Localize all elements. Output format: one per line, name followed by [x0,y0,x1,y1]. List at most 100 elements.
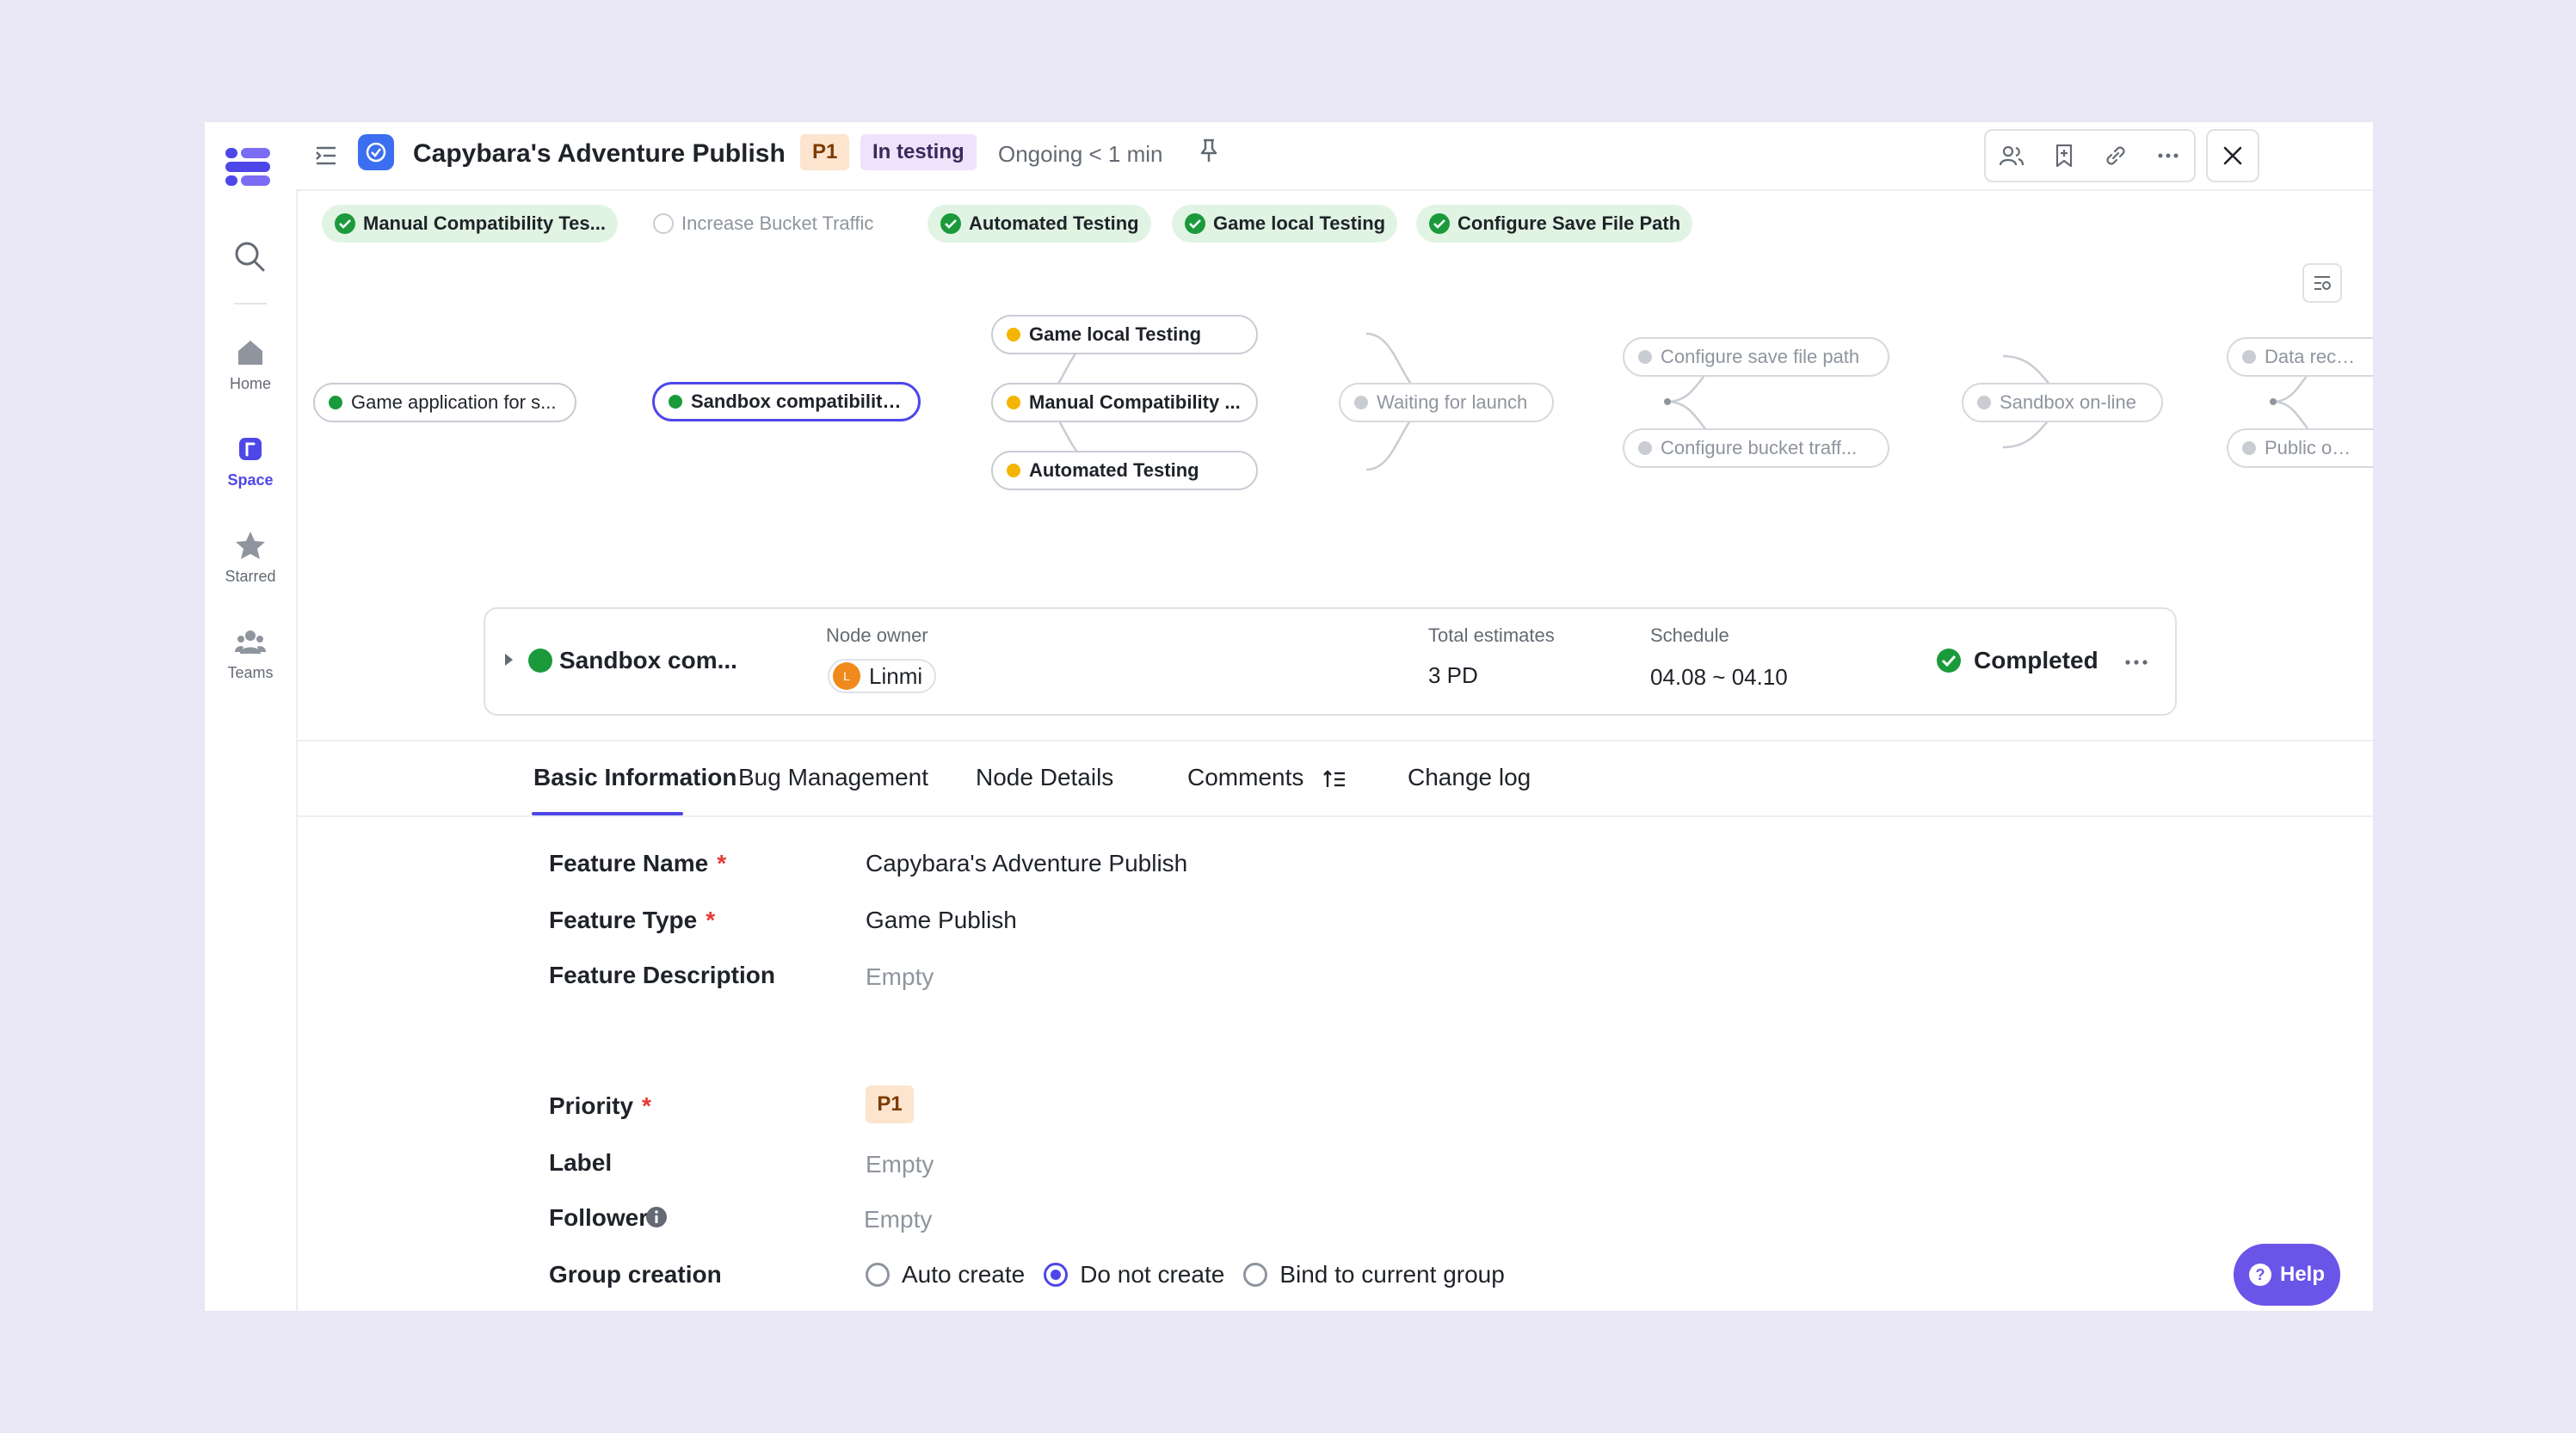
priority-badge[interactable]: P1 [800,134,850,170]
graph-node-game-local-testing[interactable]: Game local Testing [991,315,1258,354]
chip-game-local-testing[interactable]: Game local Testing [1172,205,1398,243]
feature-description-label: Feature Description [549,962,775,988]
sort-icon[interactable] [1322,768,1347,790]
collapse-sidebar-icon[interactable] [311,141,341,170]
app-logo-icon[interactable] [222,143,274,188]
radio-do-not-create[interactable]: Do not create [1044,1261,1224,1288]
members-button[interactable] [1994,138,2029,173]
graph-node-public-opinion[interactable]: Public opini [2227,428,2373,468]
left-rail: Home Space Starred Teams [205,122,298,1311]
rail-item-teams[interactable]: Teams [205,624,296,682]
pin-icon[interactable] [1194,136,1223,165]
more-button[interactable] [2151,138,2185,173]
radio-label: Do not create [1080,1261,1225,1288]
graph-node-configure-save-file-path[interactable]: Configure save file path [1623,337,1889,377]
status-dot [1007,464,1020,477]
graph-node-data-recovery[interactable]: Data recove [2227,337,2373,377]
follower-value[interactable]: Empty [864,1206,932,1233]
status-badge[interactable]: In testing [860,134,977,170]
feature-name-value[interactable]: Capybara's Adventure Publish [866,850,1187,877]
node-owner-label: Node owner [826,624,928,646]
check-circle-icon [366,142,386,163]
tab-change-log[interactable]: Change log [1408,764,1531,791]
tab-node-details[interactable]: Node Details [976,764,1113,791]
bookmark-button[interactable] [2047,138,2081,173]
tab-bug-management[interactable]: Bug Management [738,764,928,791]
priority-value-chip[interactable]: P1 [866,1086,914,1123]
required-mark: * [717,850,727,876]
expand-caret-icon[interactable] [501,650,516,669]
more-icon[interactable] [2123,654,2149,671]
status-label: Completed [1974,647,2098,673]
help-label: Help [2279,1263,2325,1286]
info-icon[interactable] [645,1206,668,1228]
check-circle-icon [1185,213,1205,234]
schedule-label: Schedule [1650,624,1729,646]
rail-item-starred[interactable]: Starred [205,528,296,586]
rail-item-space[interactable]: Space [205,432,296,489]
node-label: Automated Testing [1029,459,1199,481]
tab-comments-label: Comments [1187,764,1304,790]
node-label: Waiting for launch [1377,391,1528,413]
radio-auto-create[interactable]: Auto create [866,1261,1025,1288]
close-button[interactable] [2206,129,2259,182]
avatar: L [833,662,860,690]
status-dot [1638,350,1652,364]
workflow-graph: Game application for s... Sandbox compat… [296,294,2373,501]
rail-item-label: Home [229,375,271,392]
star-icon [236,532,265,559]
node-completed-status[interactable]: Completed [1936,647,2098,674]
tab-basic-information[interactable]: Basic Information [533,764,736,791]
feature-type-value[interactable]: Game Publish [866,907,1017,934]
chip-manual-compatibility[interactable]: Manual Compatibility Tes... [322,205,618,243]
chip-label: Game local Testing [1213,212,1386,234]
feature-name-label: Feature Name * [549,850,726,877]
node-label: Public opini [2265,437,2361,458]
copy-link-button[interactable] [2098,138,2133,173]
node-label: Manual Compatibility ... [1029,391,1241,413]
chip-automated-testing[interactable]: Automated Testing [927,205,1151,243]
required-mark: * [642,1092,651,1119]
radio-bind-to-current-group[interactable]: Bind to current group [1243,1261,1505,1288]
search-icon[interactable] [231,237,268,275]
graph-node-game-application[interactable]: Game application for s... [313,383,576,422]
check-circle-icon [335,213,355,234]
node-name: Sandbox com... [559,647,737,673]
node-label: Game application for s... [351,391,557,413]
empty-circle-icon [653,213,674,234]
chip-label: Automated Testing [969,212,1139,234]
chip-configure-save-file-path[interactable]: Configure Save File Path [1416,205,1693,243]
graph-node-sandbox-compatibility[interactable]: Sandbox compatibility ... [652,382,921,421]
settings-sliders-icon [2314,276,2331,290]
users-icon [2000,145,2024,166]
feature-description-value[interactable]: Empty [866,963,934,991]
graph-node-manual-compatibility[interactable]: Manual Compatibility ... [991,383,1258,422]
schedule-value[interactable]: 04.08 ~ 04.10 [1650,664,1788,691]
node-owner-pill[interactable]: L Linmi [828,659,937,693]
total-estimates-value[interactable]: 3 PD [1428,662,1478,689]
teams-icon [235,630,266,654]
node-label: Game local Testing [1029,323,1202,345]
space-icon [239,438,262,460]
node-summary-card: Sandbox com... Node owner L Linmi Total … [484,607,2177,716]
graph-node-automated-testing[interactable]: Automated Testing [991,451,1258,490]
tab-comments[interactable]: Comments [1187,764,1347,791]
field-label-text: Priority [549,1092,634,1119]
check-circle-icon [1937,649,1961,673]
graph-node-waiting-for-launch[interactable]: Waiting for launch [1339,383,1554,422]
field-label-text: Feature Type [549,907,698,933]
chip-increase-bucket-traffic[interactable]: Increase Bucket Traffic [640,205,885,243]
node-label: Configure bucket traff... [1661,437,1858,458]
node-label: Data recove [2265,346,2361,367]
node-label: Sandbox compatibility ... [691,391,906,412]
label-field-value[interactable]: Empty [866,1151,934,1178]
graph-node-configure-bucket-traffic[interactable]: Configure bucket traff... [1623,428,1889,468]
graph-node-sandbox-online[interactable]: Sandbox on-line [1962,383,2163,422]
app-window: Home Space Starred Teams Capybara's Adve… [205,122,2373,1311]
page-title: Capybara's Adventure Publish [413,139,786,168]
rail-item-home[interactable]: Home [205,335,296,393]
help-button[interactable]: ? Help [2234,1244,2340,1306]
check-circle-icon [940,213,961,234]
status-dot [1638,441,1652,455]
active-tab-indicator [532,812,683,815]
